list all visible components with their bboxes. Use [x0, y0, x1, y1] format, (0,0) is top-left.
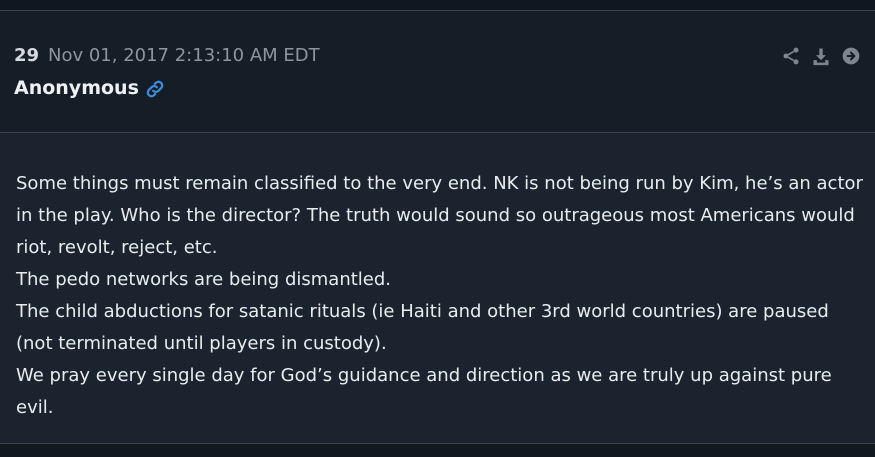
post-text-line: The child abductions for satanic rituals…	[16, 301, 829, 354]
download-icon[interactable]	[811, 46, 831, 66]
share-icon[interactable]	[781, 46, 801, 66]
post-header: 29 Nov 01, 2017 2:13:10 AM EDT Anonymous	[0, 11, 875, 133]
post-timestamp: Nov 01, 2017 2:13:10 AM EDT	[48, 45, 320, 66]
post-author: Anonymous	[14, 77, 139, 99]
post-number: 29	[14, 45, 40, 66]
post-card: 29 Nov 01, 2017 2:13:10 AM EDT Anonymous	[0, 11, 875, 444]
post-body: Some things must remain classified to th…	[0, 133, 875, 444]
post-text: Some things must remain classified to th…	[16, 168, 866, 424]
post-text-line: We pray every single day for God’s guida…	[16, 365, 832, 418]
arrow-right-circle-icon[interactable]	[841, 46, 861, 66]
next-post-edge	[0, 445, 875, 457]
link-icon[interactable]	[144, 78, 166, 100]
post-text-line: Some things must remain classified to th…	[16, 173, 863, 258]
post-actions	[781, 46, 861, 66]
previous-post-edge	[0, 0, 875, 11]
post-text-line: The pedo networks are being dismantled.	[16, 269, 392, 290]
